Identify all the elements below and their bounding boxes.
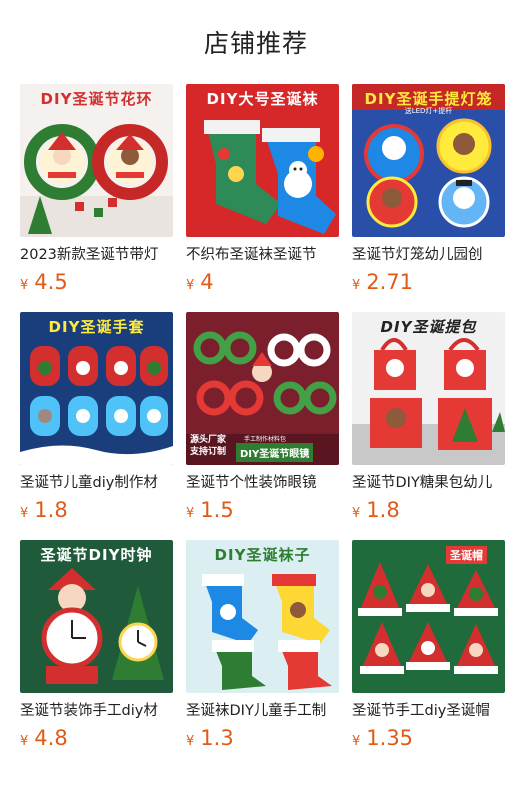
product-tag: 送LED灯+提杆 (404, 107, 453, 115)
currency-symbol: ¥ (186, 734, 195, 749)
section-title: 店铺推荐 (203, 29, 308, 58)
product-price: ¥ 1.3 (186, 726, 339, 750)
product-card[interactable]: 圣诞帽 圣诞节手工diy圣诞帽 ¥ 1.35 (352, 540, 505, 750)
product-title[interactable]: 圣诞节手工diy圣诞帽 (352, 701, 505, 721)
product-card[interactable]: DIY圣诞节花环 2023新款圣诞节带灯 ¥ 4.5 (20, 84, 173, 294)
product-image[interactable]: DIY圣诞节花环 (20, 84, 173, 237)
product-tag: 源头厂家 支持订制 (190, 434, 226, 458)
product-title[interactable]: 圣诞节装饰手工diy材 (20, 701, 173, 721)
product-card[interactable]: DIY圣诞手提灯笼 送LED灯+提杆 圣诞节灯笼幼儿园创 ¥ 2.71 (352, 84, 505, 294)
currency-symbol: ¥ (352, 734, 361, 749)
product-banner-text: DIY圣诞手套 (48, 318, 145, 336)
price-value: 4.5 (34, 270, 68, 294)
product-image[interactable]: DIY圣诞袜子 (186, 540, 339, 693)
price-value: 1.8 (366, 498, 400, 522)
product-card[interactable]: 源头厂家 支持订制 手工制作材料包 DIY圣诞节眼镜 圣诞节个性装饰眼镜 ¥ 1… (186, 312, 339, 522)
product-price: ¥ 2.71 (352, 270, 505, 294)
product-image[interactable]: DIY圣诞提包 (352, 312, 505, 465)
product-price: ¥ 4.5 (20, 270, 173, 294)
currency-symbol: ¥ (20, 734, 29, 749)
product-price: ¥ 1.5 (186, 498, 339, 522)
currency-symbol: ¥ (20, 506, 29, 521)
product-tag: 手工制作材料包 (244, 436, 287, 443)
product-tag-line: 支持订制 (190, 447, 227, 457)
product-price: ¥ 4.8 (20, 726, 173, 750)
product-card[interactable]: DIY大号圣诞袜 不织布圣诞袜圣诞节 ¥ 4 (186, 84, 339, 294)
product-image[interactable]: 源头厂家 支持订制 手工制作材料包 DIY圣诞节眼镜 (186, 312, 339, 465)
product-image[interactable]: DIY大号圣诞袜 (186, 84, 339, 237)
price-value: 1.8 (34, 498, 68, 522)
currency-symbol: ¥ (20, 278, 29, 293)
price-value: 1.5 (200, 498, 234, 522)
product-image[interactable]: 圣诞节DIY时钟 (20, 540, 173, 693)
product-title[interactable]: 2023新款圣诞节带灯 (20, 245, 173, 265)
price-value: 4 (200, 270, 214, 294)
price-value: 4.8 (34, 726, 68, 750)
product-title[interactable]: 圣诞节DIY糖果包幼儿 (352, 473, 505, 493)
product-title[interactable]: 圣诞节儿童diy制作材 (20, 473, 173, 493)
product-card[interactable]: DIY圣诞手套 圣诞节儿童diy制作材 ¥ 1.8 (20, 312, 173, 522)
price-value: 2.71 (366, 270, 414, 294)
currency-symbol: ¥ (352, 506, 361, 521)
product-banner-text: DIY大号圣诞袜 (206, 90, 319, 108)
product-banner-text: 圣诞帽 (446, 546, 487, 564)
product-price: ¥ 1.8 (20, 498, 173, 522)
product-title[interactable]: 不织布圣诞袜圣诞节 (186, 245, 339, 265)
product-card[interactable]: DIY圣诞提包 圣诞节DIY糖果包幼儿 ¥ 1.8 (352, 312, 505, 522)
product-card[interactable]: DIY圣诞袜子 圣诞袜DIY儿童手工制 ¥ 1.3 (186, 540, 339, 750)
product-banner-text: DIY圣诞提包 (380, 318, 477, 336)
product-image[interactable]: DIY圣诞手套 (20, 312, 173, 465)
product-banner-text: 圣诞节DIY时钟 (40, 546, 153, 564)
product-image[interactable]: 圣诞帽 (352, 540, 505, 693)
section-header: 店铺推荐 (0, 0, 512, 84)
product-tag: DIY圣诞节眼镜 (236, 443, 314, 462)
product-title[interactable]: 圣诞节个性装饰眼镜 (186, 473, 339, 493)
product-image[interactable]: DIY圣诞手提灯笼 送LED灯+提杆 (352, 84, 505, 237)
product-price: ¥ 1.35 (352, 726, 505, 750)
product-price: ¥ 1.8 (352, 498, 505, 522)
currency-symbol: ¥ (186, 506, 195, 521)
product-title[interactable]: 圣诞节灯笼幼儿园创 (352, 245, 505, 265)
product-card[interactable]: 圣诞节DIY时钟 圣诞节装饰手工diy材 ¥ 4.8 (20, 540, 173, 750)
price-value: 1.35 (366, 726, 414, 750)
product-tag-line: 源头厂家 (190, 435, 227, 445)
currency-symbol: ¥ (186, 278, 195, 293)
product-price: ¥ 4 (186, 270, 339, 294)
product-grid: DIY圣诞节花环 2023新款圣诞节带灯 ¥ 4.5 DIY大号圣诞袜 不织布圣… (0, 84, 512, 750)
product-banner-text: DIY圣诞袜子 (214, 546, 311, 564)
currency-symbol: ¥ (352, 278, 361, 293)
product-title[interactable]: 圣诞袜DIY儿童手工制 (186, 701, 339, 721)
product-banner-text: DIY圣诞节花环 (40, 90, 153, 108)
price-value: 1.3 (200, 726, 234, 750)
